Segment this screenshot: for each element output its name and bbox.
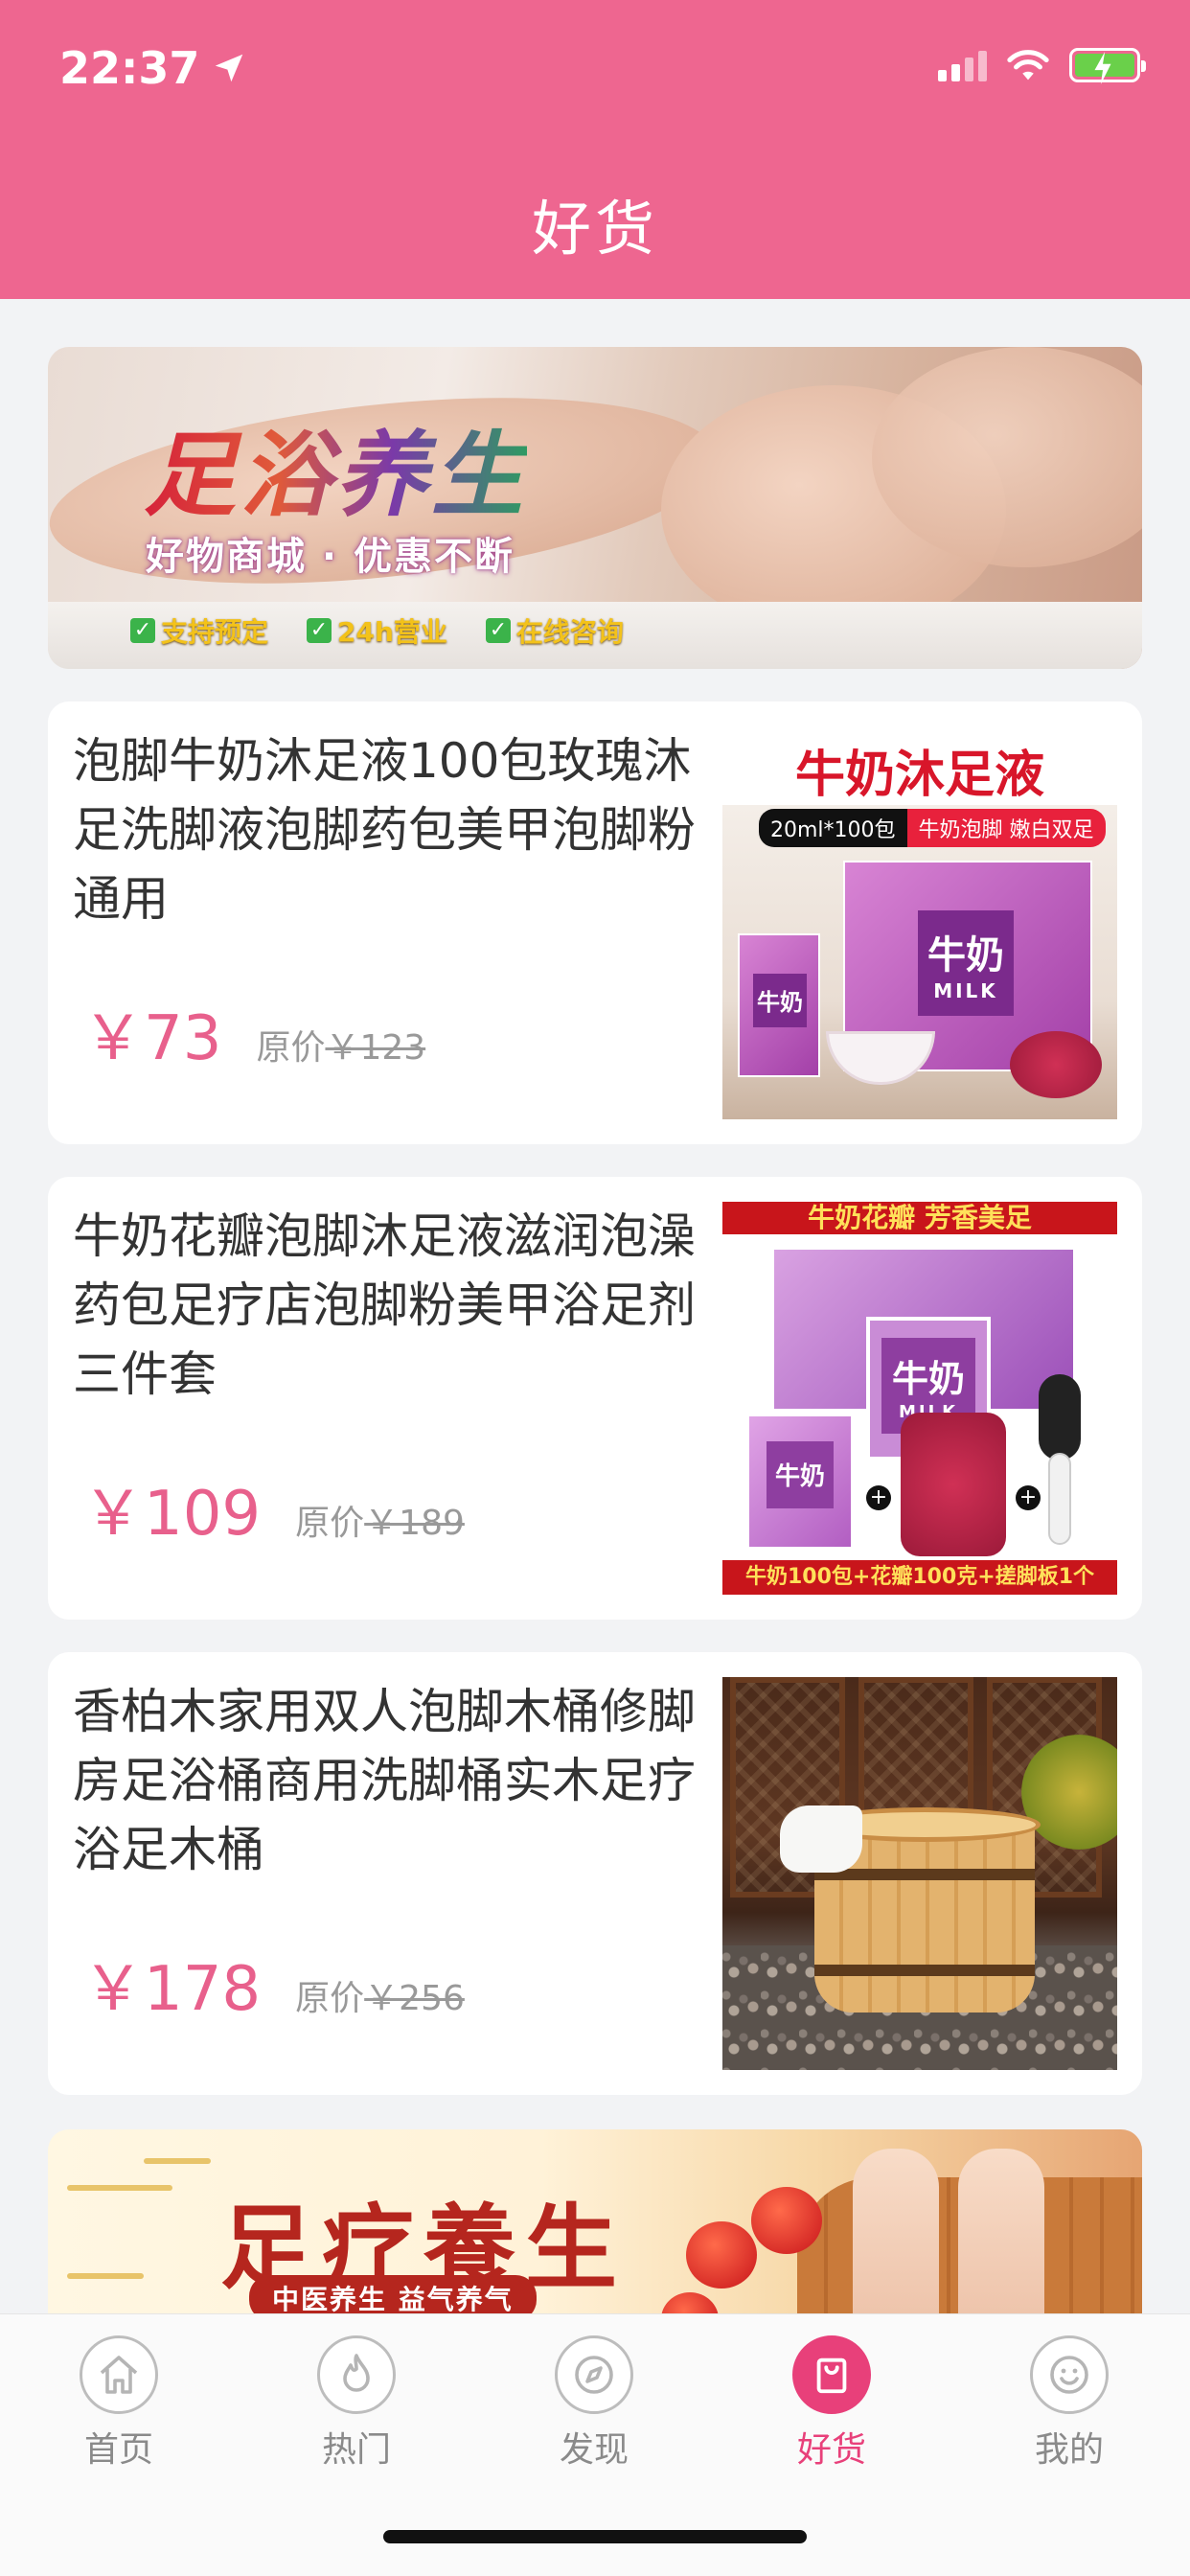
box-label: 牛奶 MILK	[918, 910, 1014, 1016]
sachet-label: 牛奶	[767, 1441, 834, 1508]
box-label-text: 牛奶	[927, 933, 1004, 978]
milk-bowl-image	[826, 1031, 935, 1085]
tab-home[interactable]: 首页	[42, 2335, 195, 2472]
foot-scrubber-image	[1039, 1374, 1081, 1460]
banner-tags: ✓ 支持预定 ✓ 24h营业 ✓ 在线咨询	[130, 611, 624, 650]
image-headline: 牛奶沐足液	[794, 747, 1044, 804]
foot-scrubber-handle	[1048, 1453, 1071, 1545]
original-price-value: ￥189	[364, 1504, 465, 1543]
product-image: 牛奶花瓣 芳香美足 牛奶 MILK 牛奶 + + 牛奶100包+花瓣100克+搓…	[722, 1202, 1117, 1595]
box-label-text: 牛奶	[891, 1358, 965, 1400]
product-card[interactable]: 香柏木家用双人泡脚木桶修脚房足浴桶商用洗脚桶实木足疗浴足木桶 ￥178 原价￥2…	[48, 1652, 1142, 2095]
banner-tag-label: 支持预定	[161, 616, 269, 648]
check-icon: ✓	[307, 618, 332, 643]
original-price-label: 原价	[256, 1028, 326, 1068]
original-price-value: ￥123	[325, 1028, 426, 1068]
flame-icon	[317, 2335, 396, 2414]
cloud-decoration	[67, 2185, 172, 2191]
box-label-sub: MILK	[933, 979, 998, 1002]
product-name: 泡脚牛奶沐足液100包玫瑰沐足洗脚液泡脚药包美甲泡脚粉通用	[73, 733, 696, 927]
banner-tag: ✓ 24h营业	[307, 611, 447, 650]
charging-bolt-icon	[1094, 52, 1111, 84]
home-indicator[interactable]	[383, 2530, 807, 2543]
plus-icon: +	[866, 1485, 891, 1510]
plus-icon: +	[1016, 1485, 1041, 1510]
shopping-bag-icon	[792, 2335, 871, 2414]
product-price-row: ￥73 原价￥123	[82, 989, 425, 1077]
tab-goods[interactable]: 好货	[755, 2335, 908, 2472]
battery-icon	[1069, 48, 1146, 84]
banner-subtitle: 好物商城 · 优惠不断	[146, 535, 515, 579]
lantern-icon	[686, 2221, 757, 2288]
banner-tag: ✓ 支持预定	[130, 611, 268, 650]
image-pill-benefit: 牛奶泡脚 嫩白双足	[906, 809, 1106, 847]
compass-icon	[555, 2335, 633, 2414]
tab-mine[interactable]: 我的	[993, 2335, 1146, 2472]
image-top-text: 牛奶花瓣 芳香美足	[722, 1202, 1117, 1234]
product-name: 香柏木家用双人泡脚木桶修脚房足浴桶商用洗脚桶实木足疗浴足木桶	[73, 1684, 696, 1877]
cloud-decoration	[67, 2273, 144, 2279]
check-icon: ✓	[485, 618, 511, 643]
banner-tag: ✓ 在线咨询	[485, 611, 624, 650]
original-price-label: 原价	[295, 1979, 365, 2018]
cloud-decoration	[144, 2158, 211, 2164]
promo-banner-foot-bath[interactable]: 足浴养生 好物商城 · 优惠不断 ✓ 支持预定 ✓ 24h营业 ✓ 在线咨询	[48, 347, 1142, 669]
page-title: 好货	[531, 194, 658, 264]
product-image: 牛奶沐足液 20ml*100包 牛奶泡脚 嫩白双足 牛奶 MILK 牛奶	[722, 726, 1117, 1119]
rose-petals-image	[1010, 1031, 1102, 1098]
original-price-value: ￥256	[364, 1979, 465, 2018]
tab-discover[interactable]: 发现	[517, 2335, 671, 2472]
product-card[interactable]: 牛奶花瓣泡脚沐足液滋润泡澡药包足疗店泡脚粉美甲浴足剂三件套 ￥109 原价￥18…	[48, 1177, 1142, 1620]
product-price: ￥178	[82, 1954, 262, 2025]
home-icon	[80, 2335, 158, 2414]
product-image	[722, 1677, 1117, 2070]
smiley-icon	[1030, 2335, 1109, 2414]
image-pill-size: 20ml*100包	[759, 809, 907, 847]
product-price: ￥109	[82, 1479, 262, 1550]
lantern-icon	[751, 2187, 822, 2254]
original-price-label: 原价	[295, 1504, 365, 1543]
product-card[interactable]: 泡脚牛奶沐足液100包玫瑰沐足洗脚液泡脚药包美甲泡脚粉通用 ￥73 原价￥123…	[48, 702, 1142, 1144]
product-sachet-image: 牛奶	[738, 933, 820, 1077]
tab-label: 好货	[796, 2430, 866, 2470]
product-name: 牛奶花瓣泡脚沐足液滋润泡澡药包足疗店泡脚粉美甲浴足剂三件套	[73, 1208, 696, 1402]
banner-tag-label: 在线咨询	[515, 616, 624, 648]
location-arrow-icon	[216, 54, 243, 82]
product-price-row: ￥178 原价￥256	[82, 1940, 465, 2028]
banner-title: 足浴养生	[144, 401, 527, 534]
tab-label: 首页	[83, 2430, 153, 2470]
rose-petals-bag-image	[901, 1413, 1006, 1556]
product-sachet-image: 牛奶	[747, 1414, 853, 1549]
image-bottom-text: 牛奶100包+花瓣100克+搓脚板1个	[722, 1560, 1117, 1595]
product-price-row: ￥109 原价￥189	[82, 1464, 465, 1552]
status-time-text: 22:37	[59, 42, 200, 94]
tab-hot[interactable]: 热门	[280, 2335, 433, 2472]
sachet-label: 牛奶	[753, 974, 807, 1027]
wifi-icon	[1007, 50, 1049, 80]
tab-label: 我的	[1034, 2430, 1104, 2470]
product-original-price: 原价￥189	[295, 1495, 465, 1545]
cellular-signal-icon	[938, 49, 987, 81]
tub-band	[814, 1869, 1035, 1880]
image-pills: 20ml*100包 牛奶泡脚 嫩白双足	[759, 809, 1106, 847]
status-bar-time: 22:37	[59, 42, 247, 94]
tab-label: 热门	[321, 2430, 391, 2470]
product-price: ￥73	[82, 1003, 222, 1074]
tab-label: 发现	[559, 2430, 629, 2470]
app-screen: 22:37 好货 足浴养生 好物商城 · 优惠不断 ✓ 支持预定 ✓ 24h营业…	[0, 0, 1190, 2576]
tub-band	[814, 1965, 1035, 1976]
towel-image	[780, 1806, 862, 1873]
header: 22:37 好货	[0, 0, 1190, 299]
status-bar-indicators	[938, 48, 1146, 84]
product-original-price: 原价￥123	[256, 1020, 425, 1070]
product-original-price: 原价￥256	[295, 1970, 465, 2020]
check-icon: ✓	[130, 618, 155, 643]
banner-tag-label: 24h营业	[337, 616, 447, 648]
